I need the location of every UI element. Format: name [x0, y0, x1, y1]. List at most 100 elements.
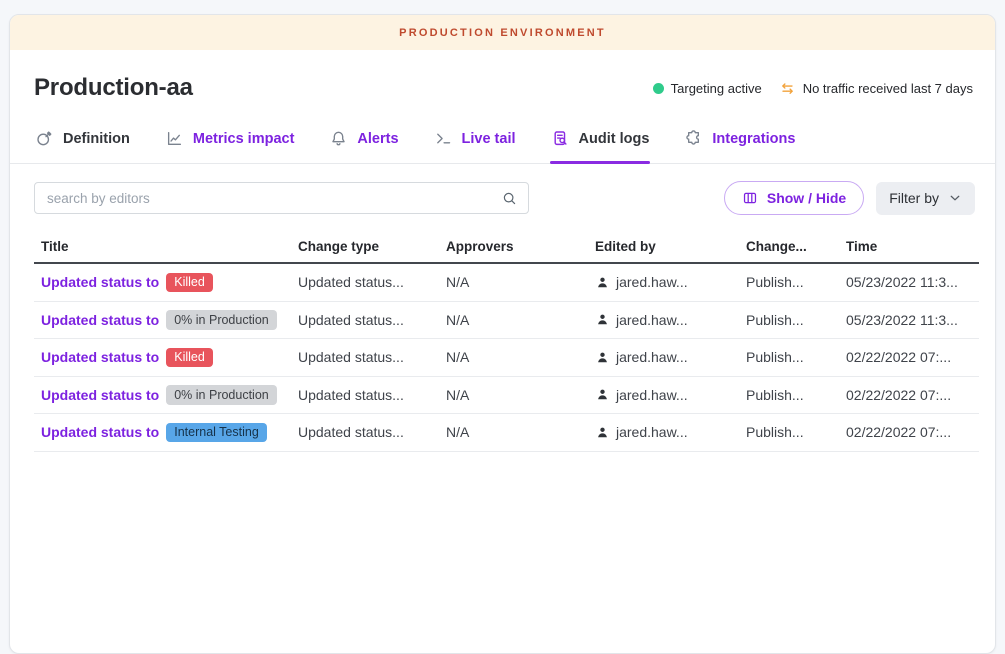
edited-by-name: jared.haw...: [616, 424, 688, 440]
definition-target-icon: [35, 129, 54, 148]
audit-log-table: TitleChange typeApproversEdited byChange…: [34, 231, 979, 452]
tab-integrations[interactable]: Integrations: [683, 116, 796, 163]
cell-edited-by: jared.haw...: [595, 387, 746, 403]
tab-label: Metrics impact: [193, 131, 295, 147]
chevron-down-icon: [948, 191, 962, 205]
cell-edited-by: jared.haw...: [595, 424, 746, 440]
person-icon: [595, 312, 610, 327]
table-row[interactable]: Updated status to Killed Updated status...…: [34, 339, 979, 377]
edited-by-name: jared.haw...: [616, 312, 688, 328]
column-header-change: Change...: [746, 239, 846, 254]
column-header-change-type: Change type: [298, 239, 446, 254]
row-title-link[interactable]: Updated status to: [41, 387, 159, 403]
tab-audit-logs[interactable]: Audit logs: [550, 116, 651, 163]
column-header-time: Time: [846, 239, 979, 254]
page-header: Production-aa Targeting active No traffi…: [10, 50, 995, 102]
targeting-status-label: Targeting active: [671, 81, 762, 96]
status-badge: Internal Testing: [166, 423, 267, 443]
row-title-link[interactable]: Updated status to: [41, 424, 159, 440]
live-tail-terminal-icon: [434, 129, 453, 148]
search-icon: [501, 190, 518, 207]
filter-by-label: Filter by: [889, 190, 939, 206]
row-title-link[interactable]: Updated status to: [41, 312, 159, 328]
page-title: Production-aa: [34, 74, 193, 102]
tab-bar: Definition Metrics impact Alerts Live tail A…: [10, 116, 995, 164]
edited-by-name: jared.haw...: [616, 387, 688, 403]
tab-label: Alerts: [357, 131, 398, 147]
column-header-approvers: Approvers: [446, 239, 595, 254]
cell-change-type: Updated status...: [298, 349, 446, 365]
search-box[interactable]: [34, 182, 529, 214]
tab-metrics-impact[interactable]: Metrics impact: [164, 116, 296, 163]
cell-change-type: Updated status...: [298, 424, 446, 440]
filter-by-button[interactable]: Filter by: [876, 182, 975, 215]
cell-change: Publish...: [746, 424, 846, 440]
tab-label: Live tail: [462, 131, 516, 147]
columns-icon: [742, 190, 758, 206]
cell-approvers: N/A: [446, 387, 595, 403]
person-icon: [595, 425, 610, 440]
tab-label: Integrations: [712, 131, 795, 147]
integrations-puzzle-icon: [684, 129, 703, 148]
toolbar-right: Show / Hide Filter by: [724, 181, 975, 215]
environment-card: PRODUCTION ENVIRONMENT Production-aa Tar…: [9, 14, 996, 654]
person-icon: [595, 275, 610, 290]
cell-change-type: Updated status...: [298, 387, 446, 403]
cell-edited-by: jared.haw...: [595, 349, 746, 365]
status-badge: 0% in Production: [166, 385, 277, 405]
tab-label: Audit logs: [579, 131, 650, 147]
cell-time: 02/22/2022 07:...: [846, 387, 979, 403]
cell-time: 02/22/2022 07:...: [846, 424, 979, 440]
targeting-status: Targeting active: [653, 81, 762, 96]
tab-live-tail[interactable]: Live tail: [433, 116, 517, 163]
edited-by-name: jared.haw...: [616, 349, 688, 365]
table-row[interactable]: Updated status to Internal Testing Updated…: [34, 414, 979, 452]
table-header-row: TitleChange typeApproversEdited byChange…: [34, 231, 979, 264]
tab-label: Definition: [63, 131, 130, 147]
cell-change: Publish...: [746, 274, 846, 290]
cell-time: 05/23/2022 11:3...: [846, 312, 979, 328]
table-row[interactable]: Updated status to 0% in Production Updated…: [34, 377, 979, 415]
show-hide-label: Show / Hide: [767, 190, 846, 206]
status-group: Targeting active No traffic received las…: [653, 80, 973, 97]
cell-change-type: Updated status...: [298, 274, 446, 290]
green-dot-icon: [653, 83, 664, 94]
cell-edited-by: jared.haw...: [595, 274, 746, 290]
traffic-arrows-icon: [779, 80, 796, 97]
column-header-title: Title: [41, 239, 298, 254]
cell-approvers: N/A: [446, 349, 595, 365]
traffic-status: No traffic received last 7 days: [779, 80, 973, 97]
row-title-link[interactable]: Updated status to: [41, 349, 159, 365]
row-title-link[interactable]: Updated status to: [41, 274, 159, 290]
cell-change-type: Updated status...: [298, 312, 446, 328]
cell-time: 02/22/2022 07:...: [846, 349, 979, 365]
person-icon: [595, 387, 610, 402]
cell-change: Publish...: [746, 312, 846, 328]
search-input[interactable]: [47, 191, 501, 206]
banner-label: PRODUCTION ENVIRONMENT: [399, 27, 606, 39]
cell-time: 05/23/2022 11:3...: [846, 274, 979, 290]
cell-approvers: N/A: [446, 424, 595, 440]
tab-alerts[interactable]: Alerts: [328, 116, 399, 163]
production-environment-banner: PRODUCTION ENVIRONMENT: [10, 15, 995, 50]
metrics-chart-icon: [165, 129, 184, 148]
cell-approvers: N/A: [446, 312, 595, 328]
person-icon: [595, 350, 610, 365]
toolbar: Show / Hide Filter by: [10, 164, 995, 228]
status-badge: Killed: [166, 273, 213, 293]
status-badge: Killed: [166, 348, 213, 368]
column-header-edited-by: Edited by: [595, 239, 746, 254]
edited-by-name: jared.haw...: [616, 274, 688, 290]
cell-change: Publish...: [746, 387, 846, 403]
show-hide-button[interactable]: Show / Hide: [724, 181, 864, 215]
audit-logs-icon: [551, 129, 570, 148]
tab-definition[interactable]: Definition: [34, 116, 131, 163]
alerts-bell-icon: [329, 129, 348, 148]
cell-change: Publish...: [746, 349, 846, 365]
cell-approvers: N/A: [446, 274, 595, 290]
table-row[interactable]: Updated status to Killed Updated status...…: [34, 264, 979, 302]
traffic-status-label: No traffic received last 7 days: [803, 81, 973, 96]
cell-edited-by: jared.haw...: [595, 312, 746, 328]
table-row[interactable]: Updated status to 0% in Production Updated…: [34, 302, 979, 340]
status-badge: 0% in Production: [166, 310, 277, 330]
